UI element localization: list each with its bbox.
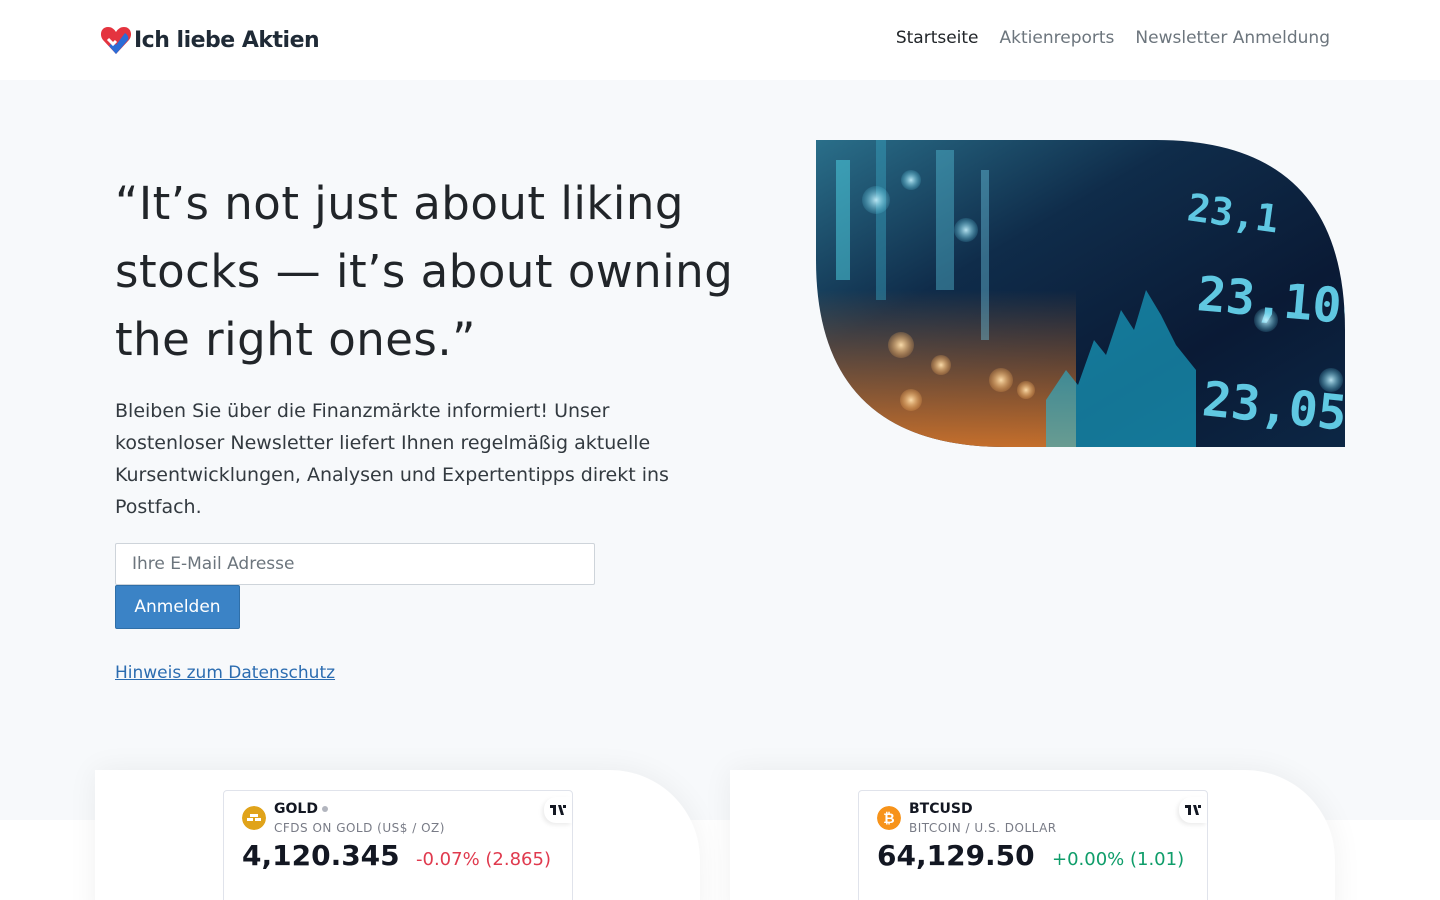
tradingview-logo-icon[interactable]: [1179, 797, 1207, 823]
ticker-change: +0.00% (1.01): [1052, 849, 1185, 870]
subscribe-button[interactable]: Anmelden: [115, 585, 240, 629]
svg-text:₿: ₿: [883, 811, 894, 827]
ticker-price: 4,120.345: [242, 839, 400, 872]
heart-logo-icon: [100, 27, 132, 54]
ticker-description: CFDS ON GOLD (US$ / OZ): [274, 821, 445, 835]
ticker-symbol: GOLD: [274, 801, 318, 817]
site-header: Ich liebe Aktien Startseite Aktienreport…: [0, 0, 1440, 80]
tradingview-logo-icon[interactable]: [544, 797, 572, 823]
ticker-symbol: BTCUSD: [909, 801, 973, 817]
hero-lead-text: Bleiben Sie über die Finanzmärkte inform…: [115, 400, 669, 518]
ticker-widget[interactable]: GOLD CFDS ON GOLD (US$ / OZ) 4,120.345 -…: [223, 790, 573, 900]
hero-quote: “It’s not just about liking stocks — it’…: [115, 177, 734, 366]
nav-item-newsletter-anmeldung[interactable]: Newsletter Anmeldung: [1135, 28, 1330, 48]
privacy-notice-link[interactable]: Hinweis zum Datenschutz: [115, 663, 335, 683]
brand-logo-link[interactable]: Ich liebe Aktien: [99, 22, 320, 58]
ticker-card-btcusd: ₿ BTCUSD BITCOIN / U.S. DOLLAR 64,129.50…: [730, 770, 1335, 900]
main-nav: Startseite Aktienreports Newsletter Anme…: [896, 28, 1330, 48]
ticker-price: 64,129.50: [877, 839, 1035, 872]
market-status-dot: [321, 806, 328, 812]
ticker-description: BITCOIN / U.S. DOLLAR: [909, 821, 1057, 835]
nav-item-startseite[interactable]: Startseite: [896, 28, 979, 48]
gold-bars-icon: [242, 806, 266, 830]
ticker-widget[interactable]: ₿ BTCUSD BITCOIN / U.S. DOLLAR 64,129.50…: [858, 790, 1208, 900]
email-field[interactable]: [115, 543, 595, 585]
brand-name: Ich liebe Aktien: [134, 27, 320, 53]
hero-stock-board-image: 23,1 23,100 23,050: [816, 140, 1345, 447]
nav-item-aktienreports[interactable]: Aktienreports: [1000, 28, 1115, 48]
ticker-card-gold: GOLD CFDS ON GOLD (US$ / OZ) 4,120.345 -…: [95, 770, 700, 900]
ticker-change: -0.07% (2.865): [416, 849, 551, 870]
bitcoin-icon: ₿: [877, 806, 901, 830]
